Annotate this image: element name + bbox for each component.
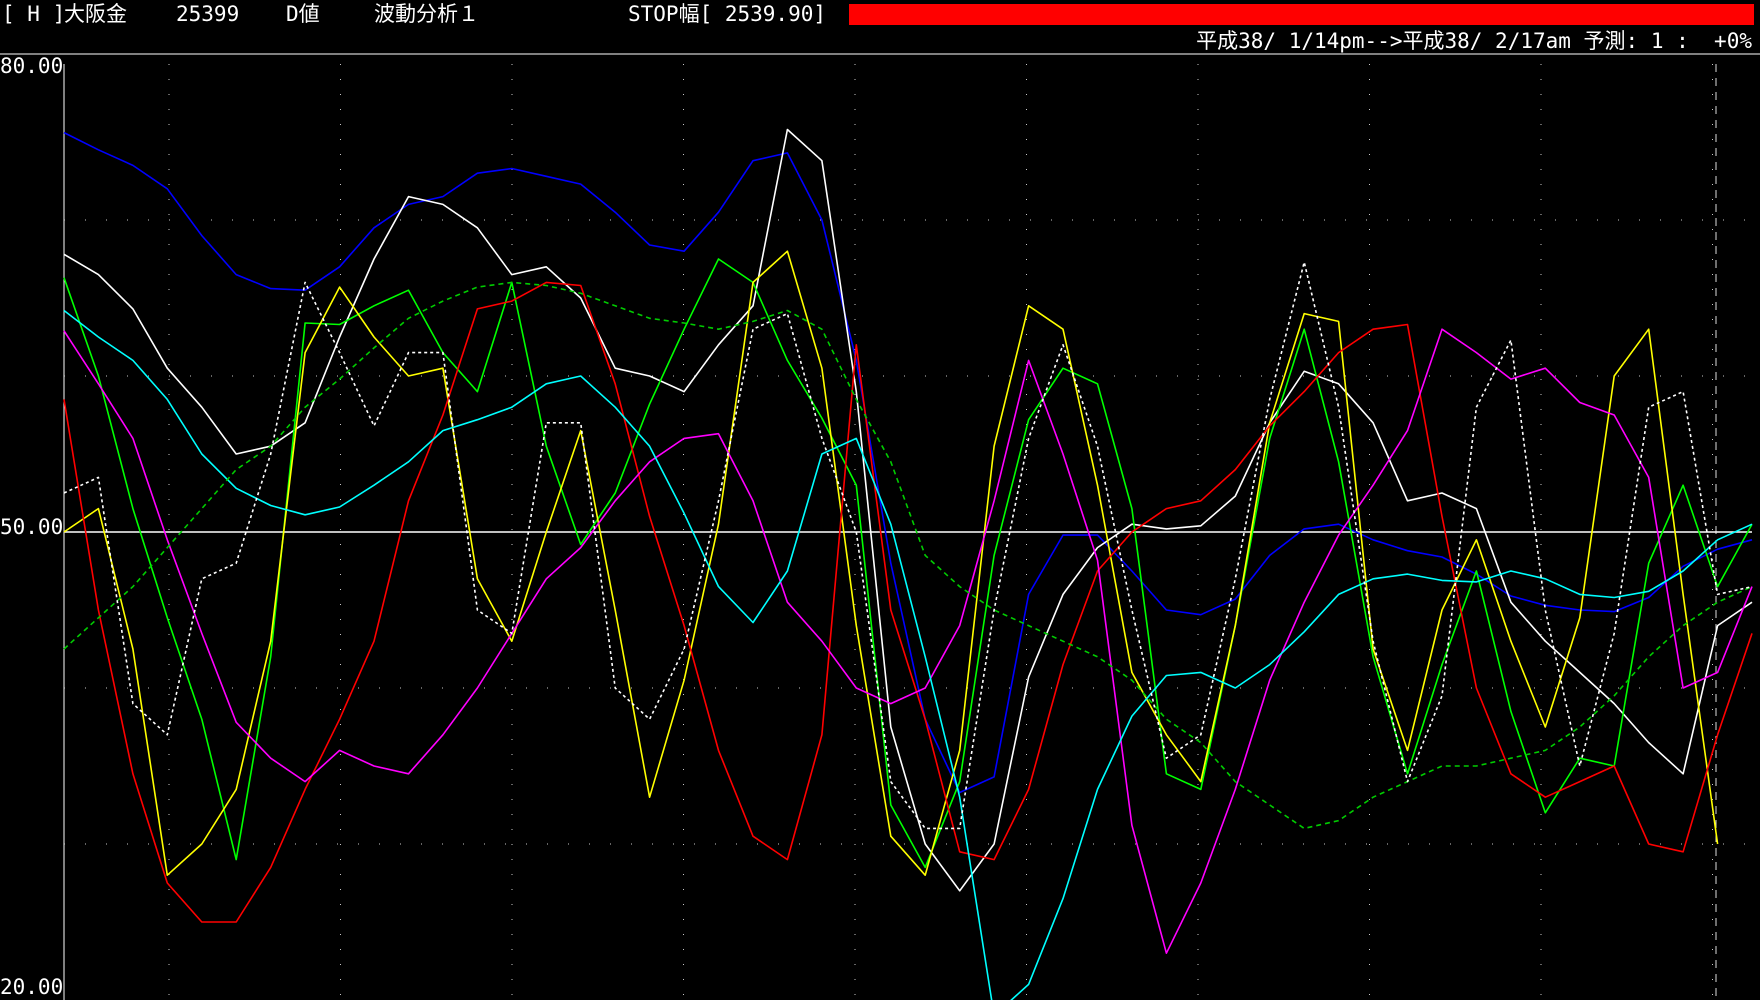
series-line-6 <box>63 309 1753 1000</box>
series-line-0 <box>63 131 1753 794</box>
series-line-2 <box>63 258 1753 869</box>
wave-analysis-chart[interactable] <box>0 0 1760 1000</box>
series-line-1 <box>63 128 1753 892</box>
series-line-4 <box>63 281 1753 923</box>
